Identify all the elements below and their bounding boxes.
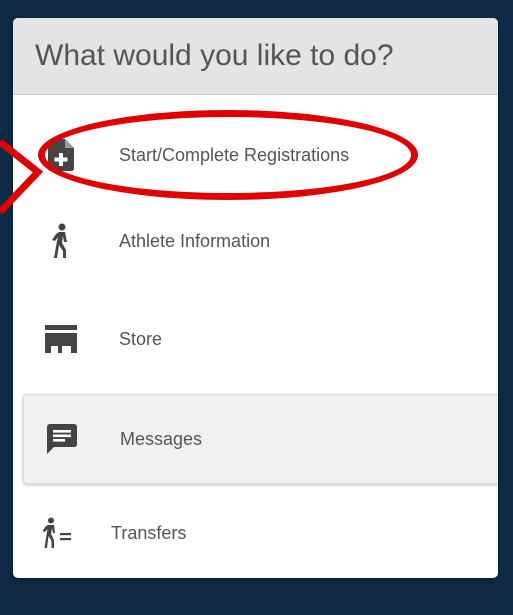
- menu-item-messages[interactable]: Messages: [23, 394, 498, 484]
- menu-item-store[interactable]: Store: [13, 294, 498, 384]
- action-panel: What would you like to do? Start/Complet…: [13, 18, 498, 578]
- walking-person-icon: [41, 221, 81, 261]
- menu-item-label: Start/Complete Registrations: [119, 144, 350, 165]
- menu-item-transfers[interactable]: Transfers: [13, 488, 498, 578]
- menu-item-registrations[interactable]: Start/Complete Registrations: [13, 110, 498, 200]
- add-document-icon: [41, 135, 81, 175]
- message-icon: [42, 419, 82, 459]
- store-icon: [41, 319, 81, 359]
- menu-item-label: Messages: [120, 428, 203, 449]
- menu-item-label: Athlete Information: [119, 230, 271, 251]
- menu-item-label: Transfers: [111, 522, 187, 543]
- panel-title: What would you like to do?: [13, 18, 498, 95]
- menu-item-label: Store: [119, 328, 163, 349]
- menu-item-athlete-information[interactable]: Athlete Information: [13, 196, 498, 286]
- transfer-person-icon: [37, 513, 77, 553]
